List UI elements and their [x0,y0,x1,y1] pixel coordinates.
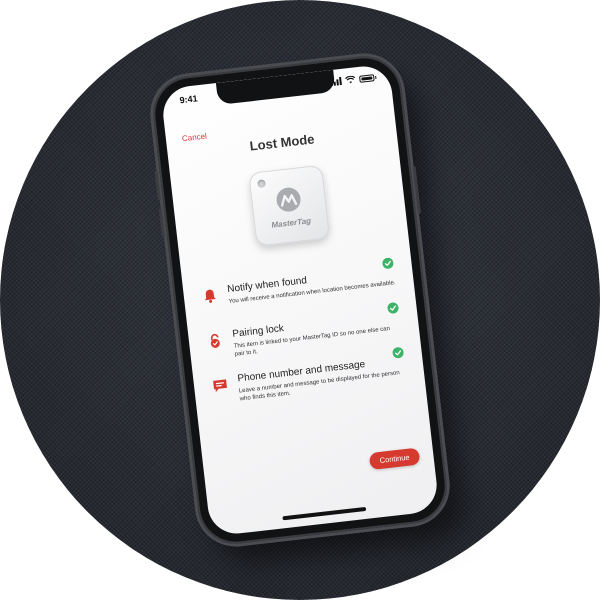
feature-notify: Notify when found You will receive a not… [201,257,396,305]
cancel-button[interactable]: Cancel [181,132,207,144]
check-icon [392,347,404,359]
mastertag-device: MasterTag [248,164,331,247]
mastertag-logo-icon [276,187,301,212]
lock-icon [210,333,220,348]
feature-pairing-lock: Pairing lock This item is linked to your… [206,302,399,358]
continue-button[interactable]: Continue [368,447,421,471]
page-title: Lost Mode [248,131,316,154]
stage: 9:41 Cancel Lost Mode MasterTag Notify w… [0,0,600,600]
check-icon [387,302,399,314]
signal-icon [330,76,342,87]
wifi-icon [345,75,356,84]
phone-screen: 9:41 Cancel Lost Mode MasterTag Notify w… [160,63,440,537]
status-time: 9:41 [179,93,199,106]
tag-brand: MasterTag [270,216,312,230]
notch [215,69,336,105]
check-icon [382,257,394,269]
status-icons [330,73,375,87]
message-icon [213,379,227,393]
phone: 9:41 Cancel Lost Mode MasterTag Notify w… [149,52,451,548]
home-indicator[interactable] [282,506,367,521]
battery-icon [358,73,375,83]
bell-icon [204,289,216,303]
tag-keyring-hole [257,179,267,189]
